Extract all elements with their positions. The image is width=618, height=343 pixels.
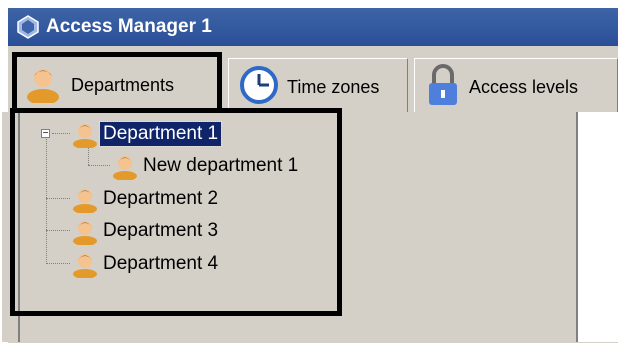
tree-connector xyxy=(46,230,70,231)
tree-node-department-1[interactable]: Department 1 xyxy=(70,120,223,149)
tree-connector xyxy=(46,198,70,199)
tab-access-levels[interactable]: Access levels xyxy=(414,58,618,116)
window-title: Access Manager 1 xyxy=(46,16,212,37)
tab-strip: Departments Time zones Access levels xyxy=(8,46,618,118)
clock-icon xyxy=(239,65,279,110)
tree-node-department-3[interactable]: Department 3 xyxy=(70,217,221,246)
tree-node-label: Department 3 xyxy=(103,220,219,241)
tab-departments[interactable]: Departments xyxy=(12,52,220,118)
details-panel xyxy=(576,112,618,342)
person-icon xyxy=(23,63,63,108)
departments-panel: − Department 1 New department 1 Departme… xyxy=(2,112,568,342)
tree-node-department-4[interactable]: Department 4 xyxy=(70,250,221,279)
tab-time-zones[interactable]: Time zones xyxy=(228,58,408,116)
tab-departments-label: Departments xyxy=(71,75,175,95)
tree-node-label: New department 1 xyxy=(143,155,299,176)
lock-icon xyxy=(425,63,461,112)
tree-connector xyxy=(52,133,70,134)
tree-node-label: Department 2 xyxy=(103,188,219,209)
app-logo-icon xyxy=(16,15,40,39)
title-bar[interactable]: Access Manager 1 xyxy=(8,8,618,46)
tree-connector xyxy=(46,134,47,264)
tree-connector xyxy=(88,165,110,166)
tab-time-zones-label: Time zones xyxy=(287,77,380,97)
person-icon xyxy=(70,120,100,149)
tree-node-label: Department 1 xyxy=(98,121,223,147)
tree-node-new-department-1[interactable]: New department 1 xyxy=(110,152,301,181)
tree-connector xyxy=(46,263,70,264)
person-icon xyxy=(110,152,140,181)
tree-node-label: Department 4 xyxy=(103,253,219,274)
person-icon xyxy=(70,185,100,214)
person-icon xyxy=(70,217,100,246)
collapse-symbol: − xyxy=(42,128,49,139)
person-icon xyxy=(70,250,100,279)
tab-access-levels-label: Access levels xyxy=(469,77,579,97)
panel-border xyxy=(18,112,20,342)
tree-node-department-2[interactable]: Department 2 xyxy=(70,185,221,214)
collapse-toggle[interactable]: − xyxy=(41,128,50,139)
